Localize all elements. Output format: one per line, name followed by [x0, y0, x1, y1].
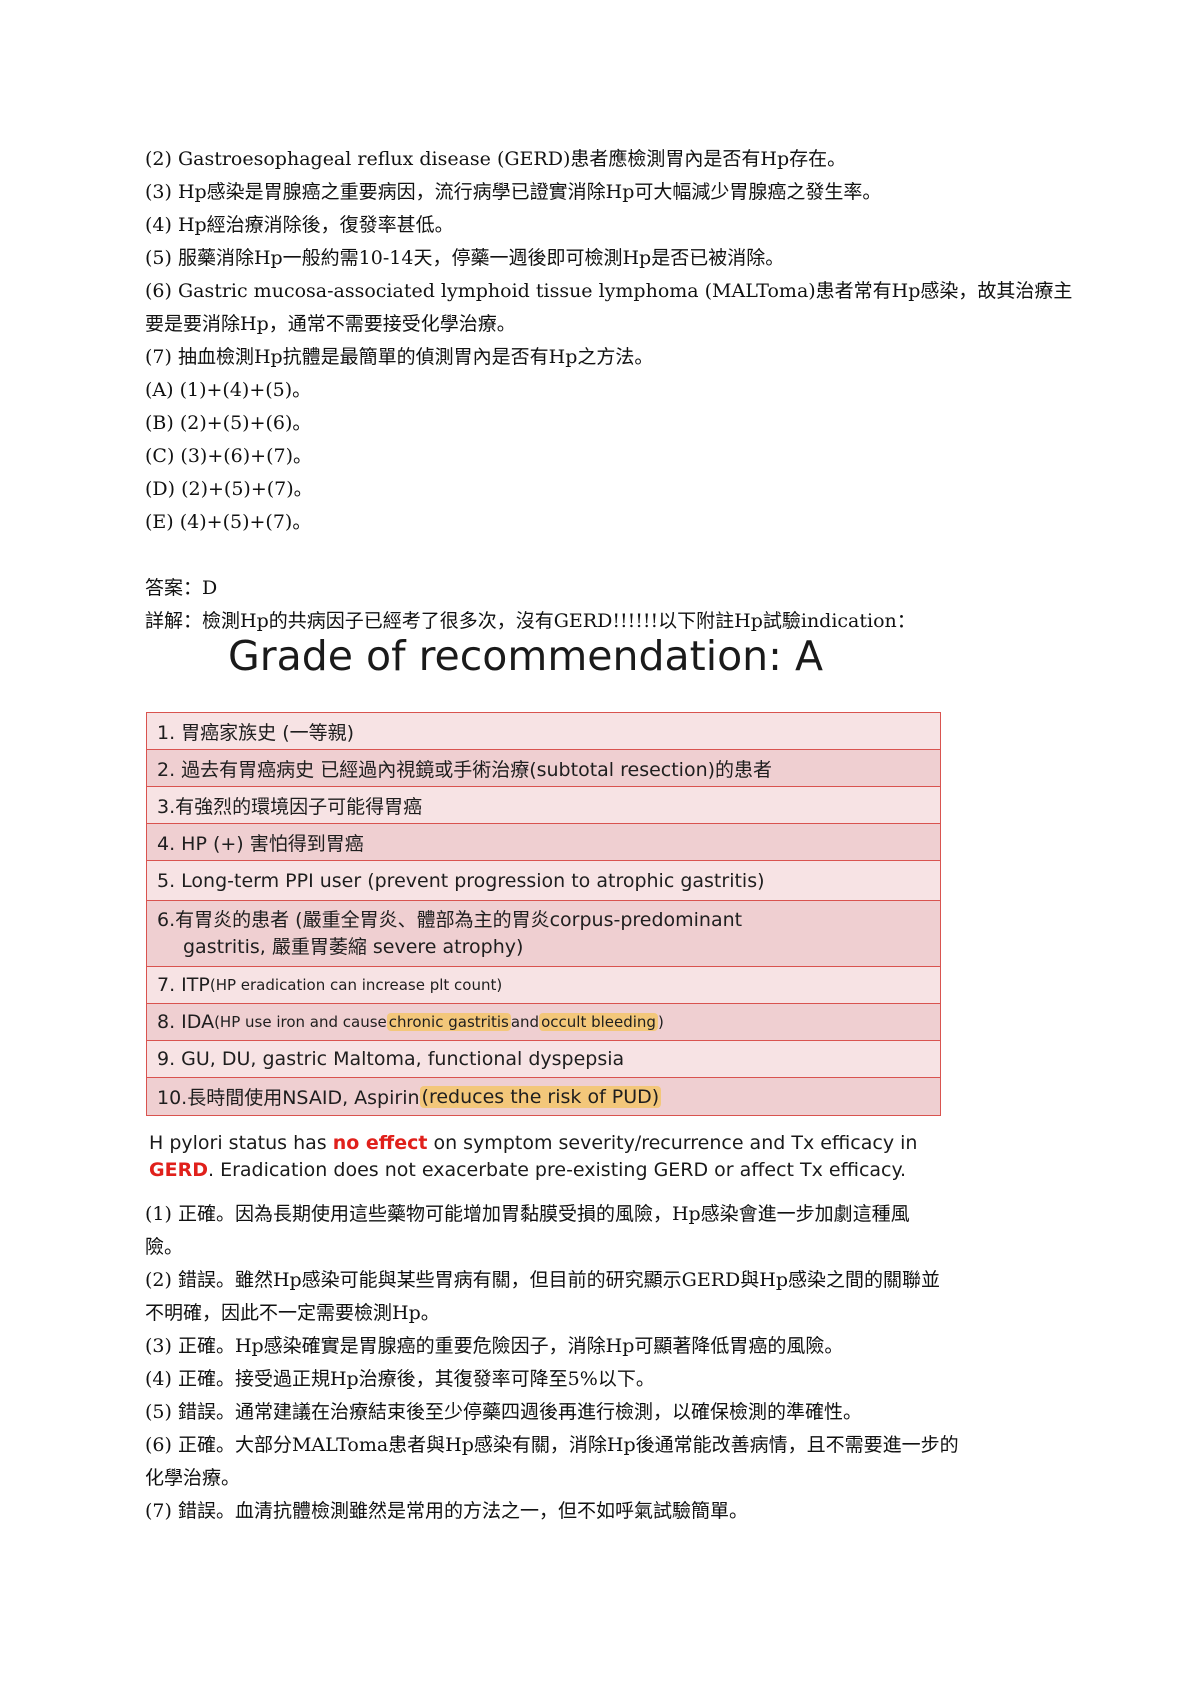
indication-table: 1. 胃癌家族史 (一等親) 2. 過去有胃癌病史 已經過內視鏡或手術治療(su…: [146, 712, 941, 1116]
answer-choice: (C) (3)+(6)+(7)。: [145, 445, 312, 467]
document-page: (2) Gastroesophageal reflux disease (GER…: [0, 0, 1191, 1684]
question-line: 要是要消除Hp，通常不需要接受化學治療。: [145, 313, 516, 335]
answer-choice: (E) (4)+(5)+(7)。: [145, 511, 312, 533]
row-text: 5. Long-term PPI user (prevent progressi…: [157, 869, 765, 892]
table-row: 4. HP (+) 害怕得到胃癌: [147, 824, 940, 861]
row-text: 7. ITP: [157, 974, 210, 996]
row-text: 4. HP (+) 害怕得到胃癌: [157, 832, 364, 855]
explanation-line: 不明確，因此不一定需要檢測Hp。: [145, 1302, 440, 1324]
row-text: 2. 過去有胃癌病史 已經過內視鏡或手術治療(subtotal resectio…: [157, 758, 773, 781]
table-row: 9. GU, DU, gastric Maltoma, functional d…: [147, 1041, 940, 1078]
explanation-line: (2) 錯誤。雖然Hp感染可能與某些胃病有關，但目前的研究顯示GERD與Hp感染…: [145, 1269, 941, 1291]
explanation-line: (3) 正確。Hp感染確實是胃腺癌的重要危險因子，消除Hp可顯著降低胃癌的風險。: [145, 1335, 844, 1357]
note-emphasis: GERD: [149, 1159, 208, 1181]
explanation-line: (6) 正確。大部分MALToma患者與Hp感染有關，消除Hp後通常能改善病情，…: [145, 1434, 959, 1456]
question-line: (4) Hp經治療消除後，復發率甚低。: [145, 214, 454, 236]
table-row: 1. 胃癌家族史 (一等親): [147, 713, 940, 750]
highlight-occult-bleeding: occult bleeding: [539, 1013, 658, 1031]
question-line: (6) Gastric mucosa-associated lymphoid t…: [145, 280, 1073, 302]
highlight-pud: (reduces the risk of PUD): [419, 1085, 662, 1108]
row-note: (HP use iron and cause: [214, 1013, 387, 1031]
gerd-note: H pylori status has no effect on symptom…: [149, 1130, 1029, 1184]
answer-choice: (B) (2)+(5)+(6)。: [145, 412, 312, 434]
highlight-chronic-gastritis: chronic gastritis: [386, 1013, 511, 1031]
answer-line: 答案：D: [145, 577, 218, 599]
explanation-line: (7) 錯誤。血清抗體檢測雖然是常用的方法之一，但不如呼氣試驗簡單。: [145, 1500, 748, 1522]
note-emphasis: no effect: [332, 1132, 428, 1154]
table-row: 6.有胃炎的患者 (嚴重全胃炎、體部為主的胃炎corpus-predominan…: [147, 901, 940, 967]
table-row: 5. Long-term PPI user (prevent progressi…: [147, 861, 940, 901]
row-text: 9. GU, DU, gastric Maltoma, functional d…: [157, 1048, 625, 1070]
row-text: 1. 胃癌家族史 (一等親): [157, 721, 355, 744]
table-row: 2. 過去有胃癌病史 已經過內視鏡或手術治療(subtotal resectio…: [147, 750, 940, 787]
table-row: 3.有強烈的環境因子可能得胃癌: [147, 787, 940, 824]
question-line: (7) 抽血檢測Hp抗體是最簡單的偵測胃內是否有Hp之方法。: [145, 346, 654, 368]
table-row: 7. ITP (HP eradication can increase plt …: [147, 967, 940, 1004]
row-note: ): [657, 1013, 664, 1031]
explanation-line: 險。: [145, 1236, 184, 1258]
row-text: gastritis, 嚴重胃萎縮 severe atrophy): [183, 936, 524, 958]
row-note: and: [510, 1013, 540, 1031]
row-text: 6.有胃炎的患者 (嚴重全胃炎、體部為主的胃炎corpus-predominan…: [157, 909, 743, 931]
question-line: (3) Hp感染是胃腺癌之重要病因，流行病學已證實消除Hp可大幅減少胃腺癌之發生…: [145, 181, 882, 203]
grade-title: Grade of recommendation: A: [228, 632, 824, 680]
question-line: (2) Gastroesophageal reflux disease (GER…: [145, 148, 847, 170]
explanation-line: (4) 正確。接受過正規Hp治療後，其復發率可降至5%以下。: [145, 1368, 655, 1390]
answer-choice: (A) (1)+(4)+(5)。: [145, 379, 312, 401]
note-text: on symptom severity/recurrence and Tx ef…: [427, 1132, 918, 1154]
note-text: H pylori status has: [149, 1132, 333, 1154]
table-row: 8. IDA (HP use iron and cause chronic ga…: [147, 1004, 940, 1041]
explanation-line: (5) 錯誤。通常建議在治療結束後至少停藥四週後再進行檢測，以確保檢測的準確性。: [145, 1401, 862, 1423]
row-text: 3.有強烈的環境因子可能得胃癌: [157, 795, 423, 818]
table-row: 10.長時間使用NSAID, Aspirin (reduces the risk…: [147, 1078, 940, 1116]
question-line: (5) 服藥消除Hp一般約需10-14天，停藥一週後即可檢測Hp是否已被消除。: [145, 247, 785, 269]
explanation-line: 化學治療。: [145, 1467, 241, 1489]
row-text: 10.長時間使用NSAID, Aspirin: [157, 1087, 420, 1109]
explanation-line: (1) 正確。因為長期使用這些藥物可能增加胃黏膜受損的風險，Hp感染會進一步加劇…: [145, 1203, 910, 1225]
row-text: 8. IDA: [157, 1011, 215, 1033]
row-note: (HP eradication can increase plt count): [209, 976, 503, 994]
answer-choice: (D) (2)+(5)+(7)。: [145, 478, 313, 500]
note-text: . Eradication does not exacerbate pre-ex…: [207, 1159, 907, 1181]
